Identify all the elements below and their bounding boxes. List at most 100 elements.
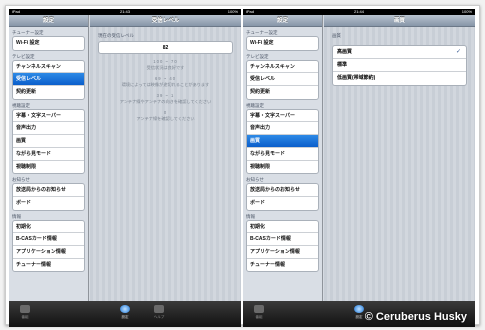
reference-desc: アンテナ線を確認してください (136, 116, 195, 121)
quality-option[interactable]: 標準 (333, 59, 466, 72)
sidebar-item[interactable]: ボード (13, 197, 84, 210)
detail-title: 画質 (324, 15, 475, 27)
sidebar-item[interactable]: 音声出力 (13, 122, 84, 136)
sidebar-item[interactable]: チューナー情報 (247, 259, 318, 272)
section-header: チューナー設定 (246, 30, 278, 35)
settings-group: 初期化 B-CASカード情報 アプリケーション情報 チューナー情報 (246, 219, 319, 273)
sidebar-item[interactable]: 字幕・文字スーパー (13, 110, 84, 123)
settings-sidebar: 設定 チューナー設定 Wi-Fi 設定 テレビ設定 チャンネルスキャン 受信レベル 契約更… (9, 15, 89, 301)
sidebar-item[interactable]: 契約更新 (13, 86, 84, 99)
tab-bar: 番組 設定 ヘルプ (9, 301, 241, 327)
help-icon (154, 305, 164, 313)
reference-list: 100 ~ 70 受信状況は良好です 69 ~ 40 環境によっては映像が途切れること… (90, 59, 241, 122)
quality-option[interactable]: 高画質 ✓ (333, 46, 466, 59)
detail-pane: 受信レベル 現在の受信レベル 82 100 ~ 70 受信状況は良好です 69 ~ … (90, 15, 241, 301)
section-header: テレビ設定 (246, 53, 269, 59)
sidebar-list: チューナー設定 Wi-Fi 設定 テレビ設定 チャンネルスキャン 受信レベル 契約更新 視聴… (243, 27, 322, 273)
section-header: 情報 (246, 213, 255, 219)
sidebar-item[interactable]: 視聴制限 (247, 161, 318, 174)
sidebar-item[interactable]: チューナー情報 (13, 259, 84, 272)
sidebar-item[interactable]: 受信レベル (247, 73, 318, 87)
settings-group: 初期化 B-CASカード情報 アプリケーション情報 チューナー情報 (12, 219, 85, 273)
sidebar-item[interactable]: 字幕・文字スーパー (247, 110, 318, 123)
quality-options: 高画質 ✓ 標準低画質(帯域節約) (332, 45, 467, 86)
settings-group: 字幕・文字スーパー 音声出力 画質 ながら見モード 視聴制限 (246, 108, 319, 175)
reference-row: 39 ~ 1 アンテナ線やアンテナの向きを確認してください (90, 93, 241, 105)
detail-pane: 画質 画質 高画質 ✓ 標準低画質(帯域節約) (324, 15, 475, 301)
settings-group: Wi-Fi 設定 (246, 36, 319, 51)
section-header: お知らせ (246, 177, 264, 183)
tab-label: ヘルプ (153, 315, 165, 319)
tab-programs[interactable]: 番組 (15, 305, 35, 320)
sidebar-item[interactable]: B-CASカード情報 (247, 233, 318, 246)
gear-icon (120, 305, 130, 313)
sidebar-title: 設定 (243, 15, 322, 27)
screenshot-frame: iPad 21:43 100% 設定 チューナー設定 Wi-Fi 設定 テレビ設定チ… (5, 5, 480, 327)
sidebar-item[interactable]: アプリケーション情報 (247, 246, 318, 259)
quality-option-label: 標準 (337, 62, 348, 68)
tab-label: 番組 (255, 315, 263, 319)
quality-option[interactable]: 低画質(帯域節約) (333, 72, 466, 85)
sidebar-title: 設定 (9, 15, 88, 27)
sidebar-item[interactable]: 契約更新 (247, 86, 318, 99)
section-header: お知らせ (12, 177, 30, 183)
sidebar-item[interactable]: 初期化 (13, 221, 84, 234)
settings-group: Wi-Fi 設定 (12, 36, 85, 51)
tv-icon (254, 305, 264, 313)
sidebar-item[interactable]: 放送局からのお知らせ (13, 184, 84, 197)
quality-option-label: 高画質 (337, 49, 353, 55)
section-header: チューナー設定 (12, 30, 44, 35)
sidebar-item[interactable]: 画質 (247, 135, 318, 148)
reference-row: 100 ~ 70 受信状況は良好です (90, 59, 241, 71)
copyright-watermark: © Ceruberus Husky (364, 311, 467, 323)
section-header: 情報 (12, 213, 21, 219)
sidebar-item[interactable]: チャンネルスキャン (247, 61, 318, 74)
tab-label: 設定 (121, 315, 129, 319)
quality-section-header: 画質 (332, 33, 341, 38)
quality-option-label: 低画質(帯域節約) (337, 75, 376, 81)
tab-settings[interactable]: 設定 (115, 305, 135, 320)
section-header: 視聴設定 (246, 102, 264, 108)
reference-desc: アンテナ線やアンテナの向きを確認してください (119, 99, 212, 104)
level-value: 82 (98, 41, 233, 54)
settings-group: 放送局からのお知らせ ボード (12, 183, 85, 211)
tab-bar: 番組 設定 © Ceruberus Husky (243, 301, 475, 327)
gear-icon (354, 305, 364, 313)
sidebar-item[interactable]: Wi-Fi 設定 (13, 37, 84, 50)
settings-group: 字幕・文字スーパー 音声出力 画質 ながら見モード 視聴制限 (12, 108, 85, 175)
sidebar-item[interactable]: ボード (247, 197, 318, 210)
sidebar-item[interactable]: B-CASカード情報 (13, 233, 84, 246)
checkmark-icon: ✓ (455, 49, 461, 55)
tab-help[interactable]: ヘルプ (149, 305, 169, 320)
level-label: 現在の受信レベル (98, 33, 134, 38)
settings-group: チャンネルスキャン 受信レベル 契約更新 (12, 59, 85, 100)
tab-programs[interactable]: 番組 (249, 305, 269, 320)
sidebar-item[interactable]: 初期化 (247, 221, 318, 234)
section-header: テレビ設定 (12, 53, 35, 59)
detail-title: 受信レベル (90, 15, 241, 27)
sidebar-item[interactable]: アプリケーション情報 (13, 246, 84, 259)
reference-desc: 環境によっては映像が途切れることがあります (121, 82, 210, 87)
screenshot-left: iPad 21:43 100% 設定 チューナー設定 Wi-Fi 設定 テレビ設定チ… (9, 9, 241, 327)
reference-row: 0 アンテナ線を確認してください (90, 110, 241, 122)
settings-group: チャンネルスキャン 受信レベル 契約更新 (246, 59, 319, 100)
tab-label: 番組 (21, 315, 29, 319)
tv-icon (20, 305, 30, 313)
sidebar-item[interactable]: ながら見モード (13, 148, 84, 161)
sidebar-item[interactable]: 視聴制限 (13, 161, 84, 174)
sidebar-item[interactable]: チャンネルスキャン (13, 61, 84, 74)
reference-row: 69 ~ 40 環境によっては映像が途切れることがあります (90, 76, 241, 88)
sidebar-list: チューナー設定 Wi-Fi 設定 テレビ設定 チャンネルスキャン 受信レベル 契約更新 視聴… (9, 27, 88, 273)
reference-desc: 受信状況は良好です (146, 65, 185, 70)
sidebar-item[interactable]: 受信レベル (13, 73, 84, 87)
tab-label: 設定 (355, 315, 363, 319)
settings-group: 放送局からのお知らせ ボード (246, 183, 319, 211)
sidebar-item[interactable]: 放送局からのお知らせ (247, 184, 318, 197)
sidebar-item[interactable]: 音声出力 (247, 122, 318, 136)
screenshot-right: iPad 21:44 100% 設定 チューナー設定 Wi-Fi 設定 テレビ設定チ… (243, 9, 475, 327)
sidebar-item[interactable]: 画質 (13, 135, 84, 148)
sidebar-item[interactable]: Wi-Fi 設定 (247, 37, 318, 50)
section-header: 視聴設定 (12, 102, 30, 108)
settings-sidebar: 設定 チューナー設定 Wi-Fi 設定 テレビ設定 チャンネルスキャン 受信レベル 契約更… (243, 15, 323, 301)
sidebar-item[interactable]: ながら見モード (247, 148, 318, 161)
